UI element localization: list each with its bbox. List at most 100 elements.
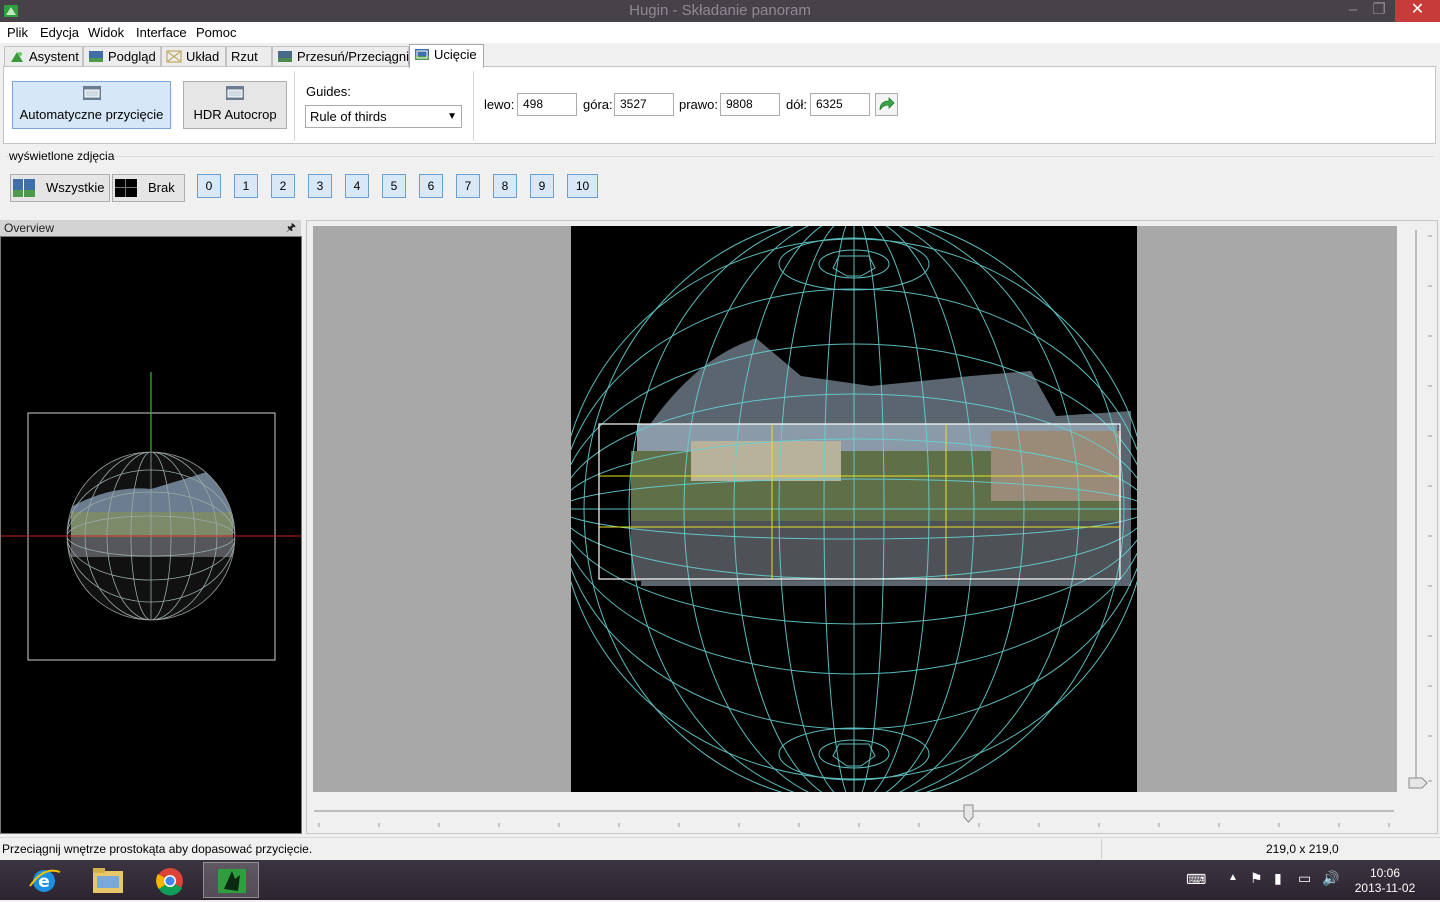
hdr-autocrop-label: HDR Autocrop [193,107,277,122]
hugin-icon [218,869,246,893]
auto-crop-button[interactable]: Automatyczne przycięcie [12,81,171,129]
image-toggle-0[interactable]: 0 [197,174,221,198]
tab-preview[interactable]: Podgląd [83,46,161,67]
file-explorer-icon [93,868,123,893]
menu-edit[interactable]: Edycja [40,25,79,40]
crop-toolbar: Automatyczne przycięcie HDR Autocrop Gui… [3,66,1436,144]
tab-bar: Asystent Podgląd Układ Rzut Przesuń/Prze… [0,43,1440,68]
tab-layout[interactable]: Układ [161,46,226,67]
status-bar: Przeciągnij wnętrze prostokąta aby dopas… [0,837,1440,860]
all-images-icon [13,179,35,197]
tab-projection[interactable]: Rzut [226,46,272,67]
tab-move-drag-label: Przesuń/Przeciągnij [297,49,412,64]
layout-icon [166,50,182,63]
windows-taskbar: e ⌨ ▲ ⚑ ▮ ▭ 🔊 10:06 2013-11-02 [0,860,1440,900]
close-button[interactable]: ✕ [1395,0,1440,22]
hdr-autocrop-button[interactable]: HDR Autocrop [183,81,287,129]
action-center-icon[interactable]: ⚑ [1250,870,1263,887]
image-toggle-3[interactable]: 3 [308,174,332,198]
tab-move-drag[interactable]: Przesuń/Przeciągnij [272,46,412,67]
top-input[interactable]: 3527 [614,93,674,116]
show-none-button[interactable]: Brak [112,174,185,202]
vertical-fov-slider[interactable] [1408,226,1434,796]
horizontal-slider-track [314,804,1394,827]
show-all-label: Wszystkie [46,180,105,195]
apply-arrow-icon [879,97,895,111]
left-input[interactable]: 498 [517,93,577,116]
tab-layout-label: Układ [186,49,220,64]
clock[interactable]: 10:06 2013-11-02 [1352,866,1418,896]
horizontal-fov-slider[interactable] [314,804,1396,830]
guides-select[interactable]: Rule of thirds ▼ [305,105,462,128]
restore-button[interactable]: ❐ [1363,0,1395,22]
move-drag-icon [278,51,292,62]
show-all-button[interactable]: Wszystkie [10,174,110,202]
menu-help[interactable]: Pomoc [196,25,236,40]
displayed-images-label: wyświetlone zdjęcia [9,149,115,163]
no-images-icon [115,179,137,197]
auto-crop-icon [82,86,101,100]
image-toggle-2[interactable]: 2 [271,174,295,198]
show-hidden-icons-icon[interactable]: ▲ [1228,872,1238,883]
menu-bar: Plik Edycja Widok Interface Pomoc [0,22,1440,43]
menu-view[interactable]: Widok [88,25,124,40]
taskbar-hugin[interactable] [203,862,259,898]
clock-time: 10:06 [1369,866,1401,880]
preview-icon [89,51,103,62]
panorama-preview[interactable] [571,226,1137,792]
image-toggle-6[interactable]: 6 [419,174,443,198]
group-border [5,156,1435,157]
pin-icon[interactable]: 🖈 [286,220,296,236]
chrome-icon [156,868,183,896]
apply-button[interactable] [875,93,898,116]
left-label: lewo: [484,97,515,112]
image-toggle-9[interactable]: 9 [530,174,554,198]
clock-date: 2013-11-02 [1354,881,1416,895]
right-input[interactable]: 9808 [720,93,780,116]
image-toggle-5[interactable]: 5 [382,174,406,198]
taskbar-internet-explorer[interactable]: e [16,862,72,898]
guides-value: Rule of thirds [310,109,387,124]
power-icon[interactable]: ▮ [1274,870,1282,887]
overview-sphere [1,372,301,661]
network-icon[interactable]: ▭ [1298,870,1311,887]
volume-icon[interactable]: 🔊 [1322,870,1339,887]
internet-explorer-icon: e [29,869,61,892]
overview-title-text: Overview [4,221,55,235]
crop-icon [415,49,429,60]
image-toggle-7[interactable]: 7 [456,174,480,198]
tab-crop[interactable]: Ucięcie [409,44,484,68]
bottom-input[interactable]: 6325 [810,93,870,116]
image-toggle-8[interactable]: 8 [493,174,517,198]
status-dimensions: 219,0 x 219,0 [1266,842,1339,856]
tab-assistant-label: Asystent [29,49,79,64]
right-label: prawo: [679,97,719,112]
taskbar-chrome[interactable] [142,862,198,898]
menu-file[interactable]: Plik [7,25,28,40]
assistant-icon [11,52,23,62]
tab-projection-label: Rzut [231,49,258,64]
image-toggle-1[interactable]: 1 [234,174,258,198]
tab-assistant[interactable]: Asystent [4,46,83,67]
overview-panel-title: Overview 🖈 [0,220,301,236]
show-none-label: Brak [148,180,175,195]
separator [473,71,474,141]
tab-crop-label: Ucięcie [434,47,477,62]
menu-interface[interactable]: Interface [136,25,187,40]
overview-viewport[interactable] [0,236,302,834]
tab-preview-label: Podgląd [108,49,156,64]
image-toggle-4[interactable]: 4 [345,174,369,198]
bottom-label: dół: [786,97,807,112]
taskbar-file-explorer[interactable] [80,862,136,898]
top-label: góra: [583,97,613,112]
auto-crop-label: Automatyczne przycięcie [19,107,164,122]
status-message: Przeciągnij wnętrze prostokąta aby dopas… [2,842,313,856]
hdr-autocrop-icon [226,86,244,100]
title-bar: Hugin - Składanie panoram – ❐ ✕ [0,0,1440,22]
panorama-sphere [571,226,1137,792]
separator [294,71,295,141]
keyboard-icon[interactable]: ⌨ [1186,871,1206,888]
vertical-slider-track [1408,230,1432,789]
status-separator [1101,839,1102,859]
image-toggle-10[interactable]: 10 [567,174,598,198]
